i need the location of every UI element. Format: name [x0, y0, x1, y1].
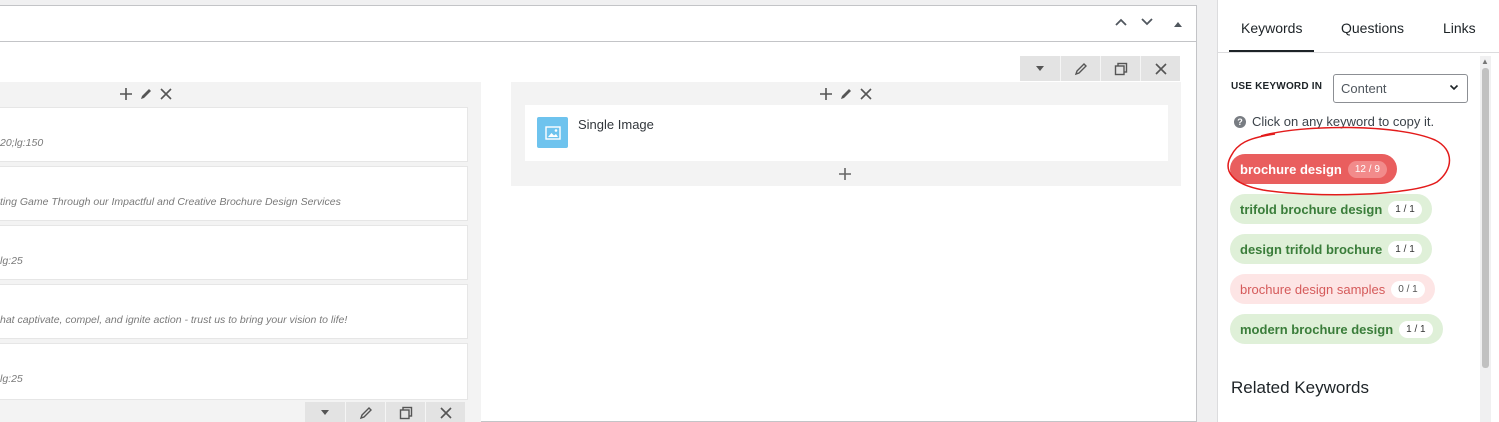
seo-sidebar: Keywords Questions Links USE KEYWORD IN … — [1217, 0, 1499, 422]
page-builder-editor: 20;lg:150 ting Game Through our Impactfu… — [0, 5, 1197, 422]
scrollbar-thumb[interactable] — [1482, 68, 1489, 368]
keyword-text: trifold brochure design — [1240, 201, 1383, 217]
element-block[interactable]: hat captivate, compel, and ignite action… — [0, 284, 468, 339]
single-image-label: Single Image — [578, 117, 654, 132]
sidebar-scrollbar[interactable]: ▲ — [1480, 56, 1491, 422]
pencil-icon — [359, 406, 372, 419]
element-params: lg:25 — [0, 255, 23, 267]
keyword-count: 0 / 1 — [1391, 280, 1425, 298]
element-params: hat captivate, compel, and ignite action… — [0, 314, 348, 326]
caret-down-icon — [1036, 66, 1044, 71]
inner-row-delete-button[interactable] — [425, 402, 465, 422]
keyword-count: 1 / 1 — [1388, 200, 1422, 218]
keyword-text: brochure design samples — [1240, 281, 1386, 297]
close-icon — [439, 406, 452, 419]
add-element-icon[interactable] — [838, 165, 852, 185]
right-column: Single Image — [511, 82, 1181, 186]
use-keyword-in-select[interactable]: Content — [1333, 74, 1468, 103]
editor-header — [0, 6, 1196, 42]
close-icon — [1154, 62, 1167, 75]
duplicate-icon — [399, 406, 412, 419]
chevron-down-icon — [1449, 84, 1459, 91]
image-icon — [537, 117, 568, 148]
single-image-element[interactable]: Single Image — [525, 105, 1168, 161]
element-params: lg:25 — [0, 373, 23, 385]
keyword-count: 1 / 1 — [1388, 240, 1422, 258]
keyword-text: design trifold brochure — [1240, 241, 1383, 257]
row-toolbar — [1020, 56, 1180, 81]
caret-down-icon — [321, 410, 329, 415]
column-controls — [818, 86, 874, 102]
inner-row-edit-button[interactable] — [345, 402, 385, 422]
row-edit-button[interactable] — [1060, 56, 1100, 81]
screen: 20;lg:150 ting Game Through our Impactfu… — [0, 0, 1499, 422]
duplicate-icon — [1114, 62, 1127, 75]
inner-row-duplicate-button[interactable] — [385, 402, 425, 422]
move-down-icon[interactable] — [1137, 14, 1157, 34]
related-keywords-heading: Related Keywords — [1231, 378, 1369, 397]
close-icon[interactable] — [858, 86, 874, 102]
tab-links[interactable]: Links — [1443, 20, 1476, 36]
pencil-icon — [1074, 62, 1087, 75]
keyword-chip[interactable]: trifold brochure design 1 / 1 — [1230, 194, 1432, 224]
inner-row-dropdown-button[interactable] — [305, 402, 345, 422]
left-column: 20;lg:150 ting Game Through our Impactfu… — [0, 82, 481, 422]
column-controls — [118, 86, 174, 102]
add-icon[interactable] — [818, 86, 834, 102]
keyword-text: modern brochure design — [1240, 321, 1394, 337]
keyword-count: 1 / 1 — [1399, 320, 1433, 338]
keyword-chip[interactable]: brochure design samples 0 / 1 — [1230, 274, 1435, 304]
row-duplicate-button[interactable] — [1100, 56, 1140, 81]
keyword-chip[interactable]: modern brochure design 1 / 1 — [1230, 314, 1443, 344]
element-block[interactable]: ting Game Through our Impactful and Crea… — [0, 166, 468, 221]
pencil-icon[interactable] — [138, 86, 154, 102]
move-up-icon[interactable] — [1111, 14, 1131, 34]
element-block[interactable]: 20;lg:150 — [0, 107, 468, 162]
select-value: Content — [1341, 81, 1387, 96]
annotation-circle — [1227, 126, 1451, 196]
element-block[interactable]: lg:25 — [0, 343, 468, 400]
sidebar-tabs: Keywords Questions Links — [1218, 0, 1499, 53]
row-dropdown-button[interactable] — [1020, 56, 1060, 81]
element-params: 20;lg:150 — [0, 137, 44, 149]
scroll-up-icon[interactable]: ▲ — [1481, 57, 1489, 66]
close-icon[interactable] — [158, 86, 174, 102]
tab-keywords[interactable]: Keywords — [1228, 20, 1316, 52]
collapse-icon[interactable] — [1168, 14, 1188, 34]
inner-row-toolbar — [305, 402, 465, 422]
element-params: ting Game Through our Impactful and Crea… — [0, 196, 341, 208]
add-icon[interactable] — [118, 86, 134, 102]
tab-questions[interactable]: Questions — [1341, 20, 1404, 36]
element-block[interactable]: lg:25 — [0, 225, 468, 280]
row-delete-button[interactable] — [1140, 56, 1180, 81]
keyword-chip[interactable]: design trifold brochure 1 / 1 — [1230, 234, 1432, 264]
pencil-icon[interactable] — [838, 86, 854, 102]
use-keyword-in-label: USE KEYWORD IN — [1231, 81, 1323, 92]
